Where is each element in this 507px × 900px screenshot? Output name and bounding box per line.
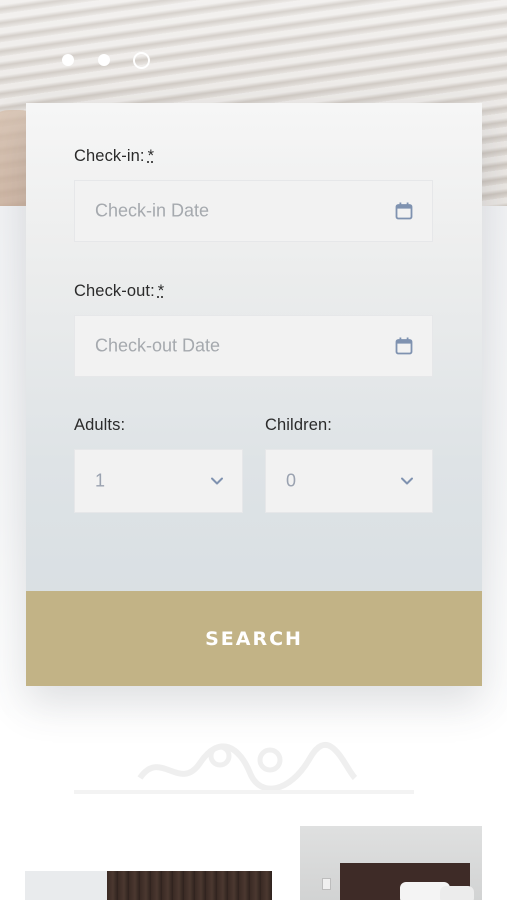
checkin-label: Check-in: *	[74, 147, 154, 166]
decorative-divider	[74, 790, 414, 794]
checkin-label-text: Check-in:	[74, 147, 145, 165]
chevron-down-icon	[401, 477, 413, 485]
slider-dot-3-active[interactable]	[133, 52, 150, 69]
checkout-label-text: Check-out:	[74, 282, 155, 300]
checkout-required-mark: *	[157, 282, 165, 300]
calendar-icon[interactable]	[394, 201, 414, 221]
checkin-required-mark: *	[147, 147, 155, 165]
checkin-placeholder: Check-in Date	[95, 200, 210, 221]
checkout-date-input[interactable]: Check-out Date	[74, 315, 433, 377]
slider-dot-1[interactable]	[62, 54, 74, 66]
checkout-placeholder: Check-out Date	[95, 335, 221, 356]
search-button[interactable]: SEARCH	[26, 591, 482, 686]
booking-form-card: Check-in: * Check-in Date Check-out: * Che…	[26, 103, 482, 686]
adults-selected-value: 1	[95, 470, 106, 491]
children-selected-value: 0	[286, 470, 297, 491]
room-image-switch	[322, 878, 331, 890]
children-select[interactable]: 0	[265, 449, 433, 513]
room-image-thumbnail-right[interactable]	[300, 826, 482, 900]
chevron-down-icon	[211, 477, 223, 485]
children-label: Children:	[265, 416, 332, 434]
adults-select[interactable]: 1	[74, 449, 243, 513]
room-image-thumbnail-left[interactable]	[25, 871, 272, 900]
adults-label: Adults:	[74, 416, 126, 434]
checkout-label: Check-out: *	[74, 282, 164, 301]
slider-dot-2[interactable]	[98, 54, 110, 66]
checkin-date-input[interactable]: Check-in Date	[74, 180, 433, 242]
decorative-logo-watermark	[137, 741, 358, 792]
room-image-curtain	[107, 871, 272, 900]
calendar-icon[interactable]	[394, 336, 414, 356]
room-image-pillow	[440, 886, 474, 900]
